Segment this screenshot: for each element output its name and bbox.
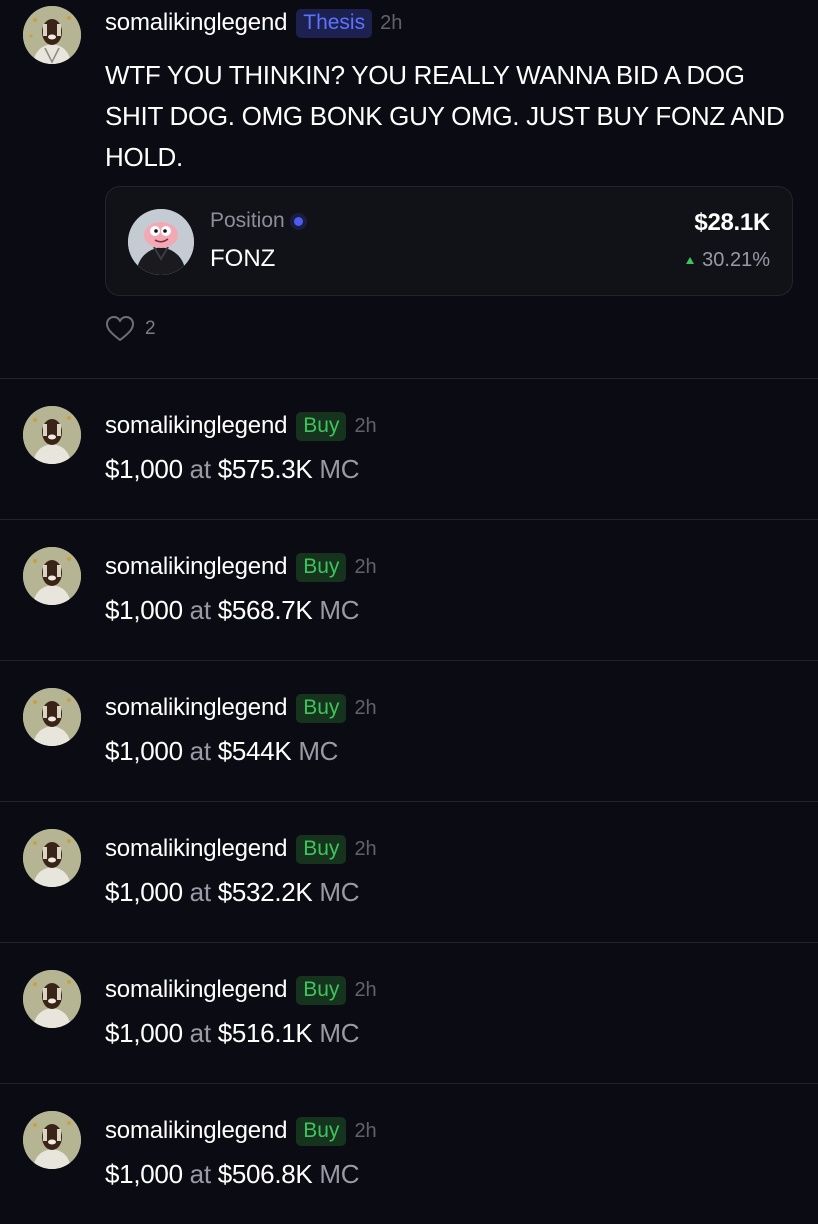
- trade-header: somalikinglegend Buy 2h: [105, 832, 377, 866]
- trade-detail: $1,000 at $532.2K MC: [105, 877, 360, 908]
- trade-row[interactable]: somalikinglegend Buy 2h $1,000 at $516.1…: [0, 942, 818, 1084]
- trade-time: 2h: [354, 696, 377, 719]
- position-label-row: Position: [210, 209, 303, 233]
- user-avatar[interactable]: [23, 829, 81, 887]
- thesis-text: WTF YOU THINKIN? YOU REALLY WANNA BID A …: [105, 60, 785, 172]
- username[interactable]: somalikinglegend: [105, 835, 287, 863]
- username[interactable]: somalikinglegend: [105, 694, 287, 722]
- live-dot-icon: [293, 216, 303, 226]
- trade-at: at: [189, 1018, 211, 1048]
- trade-row[interactable]: somalikinglegend Buy 2h $1,000 at $532.2…: [0, 801, 818, 943]
- trade-market-cap: $568.7K: [217, 595, 313, 625]
- trade-detail: $1,000 at $516.1K MC: [105, 1018, 360, 1049]
- trade-detail: $1,000 at $568.7K MC: [105, 595, 360, 626]
- username[interactable]: somalikinglegend: [105, 976, 287, 1004]
- trade-time: 2h: [354, 837, 377, 860]
- position-label: Position: [210, 209, 285, 232]
- thesis-badge: Thesis: [296, 8, 373, 38]
- trade-header: somalikinglegend Buy 2h: [105, 409, 377, 443]
- trade-amount: $1,000: [105, 1018, 183, 1048]
- trade-market-cap: $516.1K: [217, 1018, 313, 1048]
- user-avatar[interactable]: [23, 688, 81, 746]
- trade-at: at: [189, 595, 211, 625]
- user-avatar[interactable]: [23, 406, 81, 464]
- trade-amount: $1,000: [105, 454, 183, 484]
- position-value: $28.1K: [694, 209, 770, 236]
- user-avatar[interactable]: [23, 970, 81, 1028]
- trade-unit: MC: [319, 595, 360, 625]
- position-token: FONZ: [210, 245, 276, 272]
- post-time: 2h: [380, 11, 403, 34]
- thesis-post[interactable]: somalikinglegend Thesis 2h WTF YOU THINK…: [0, 0, 818, 379]
- trade-unit: MC: [319, 1159, 360, 1189]
- buy-badge: Buy: [296, 1116, 347, 1146]
- trade-time: 2h: [354, 555, 377, 578]
- trade-detail: $1,000 at $506.8K MC: [105, 1159, 360, 1190]
- position-card[interactable]: Position FONZ $28.1K 30.21%: [105, 186, 793, 296]
- heart-icon[interactable]: [105, 315, 135, 343]
- username[interactable]: somalikinglegend: [105, 412, 287, 440]
- activity-feed: somalikinglegend Thesis 2h WTF YOU THINK…: [0, 0, 818, 1200]
- buy-badge: Buy: [296, 693, 347, 723]
- trade-amount: $1,000: [105, 736, 183, 766]
- trade-header: somalikinglegend Buy 2h: [105, 1114, 377, 1148]
- trade-time: 2h: [354, 414, 377, 437]
- user-avatar[interactable]: [23, 1111, 81, 1169]
- trade-unit: MC: [319, 1018, 360, 1048]
- trade-row[interactable]: somalikinglegend Buy 2h $1,000 at $506.8…: [0, 1083, 818, 1224]
- user-avatar[interactable]: [23, 6, 81, 64]
- buy-badge: Buy: [296, 975, 347, 1005]
- trade-unit: MC: [319, 877, 360, 907]
- username[interactable]: somalikinglegend: [105, 553, 287, 581]
- username[interactable]: somalikinglegend: [105, 9, 287, 37]
- trade-detail: $1,000 at $575.3K MC: [105, 454, 360, 485]
- trade-time: 2h: [354, 978, 377, 1001]
- up-arrow-icon: [686, 257, 695, 264]
- trade-unit: MC: [319, 454, 360, 484]
- token-avatar: [128, 209, 194, 275]
- position-change-value: 30.21%: [702, 249, 770, 271]
- thesis-post-header: somalikinglegend Thesis 2h: [105, 6, 402, 40]
- trade-market-cap: $575.3K: [217, 454, 313, 484]
- user-avatar[interactable]: [23, 547, 81, 605]
- trade-market-cap: $532.2K: [217, 877, 313, 907]
- trade-unit: MC: [298, 736, 339, 766]
- trade-amount: $1,000: [105, 877, 183, 907]
- trade-header: somalikinglegend Buy 2h: [105, 691, 377, 725]
- trade-market-cap: $506.8K: [217, 1159, 313, 1189]
- trade-amount: $1,000: [105, 595, 183, 625]
- trade-row[interactable]: somalikinglegend Buy 2h $1,000 at $544K …: [0, 660, 818, 802]
- trade-header: somalikinglegend Buy 2h: [105, 973, 377, 1007]
- username[interactable]: somalikinglegend: [105, 1117, 287, 1145]
- trade-market-cap: $544K: [217, 736, 292, 766]
- trade-row[interactable]: somalikinglegend Buy 2h $1,000 at $575.3…: [0, 378, 818, 520]
- buy-badge: Buy: [296, 834, 347, 864]
- trade-amount: $1,000: [105, 1159, 183, 1189]
- trade-at: at: [189, 877, 211, 907]
- trade-header: somalikinglegend Buy 2h: [105, 550, 377, 584]
- buy-badge: Buy: [296, 411, 347, 441]
- buy-badge: Buy: [296, 552, 347, 582]
- trade-at: at: [189, 1159, 211, 1189]
- trade-at: at: [189, 736, 211, 766]
- trade-detail: $1,000 at $544K MC: [105, 736, 338, 767]
- like-row[interactable]: 2: [105, 315, 156, 343]
- trade-row[interactable]: somalikinglegend Buy 2h $1,000 at $568.7…: [0, 519, 818, 661]
- trade-at: at: [189, 454, 211, 484]
- trade-time: 2h: [354, 1119, 377, 1142]
- like-count: 2: [145, 318, 156, 339]
- position-change: 30.21%: [686, 249, 770, 272]
